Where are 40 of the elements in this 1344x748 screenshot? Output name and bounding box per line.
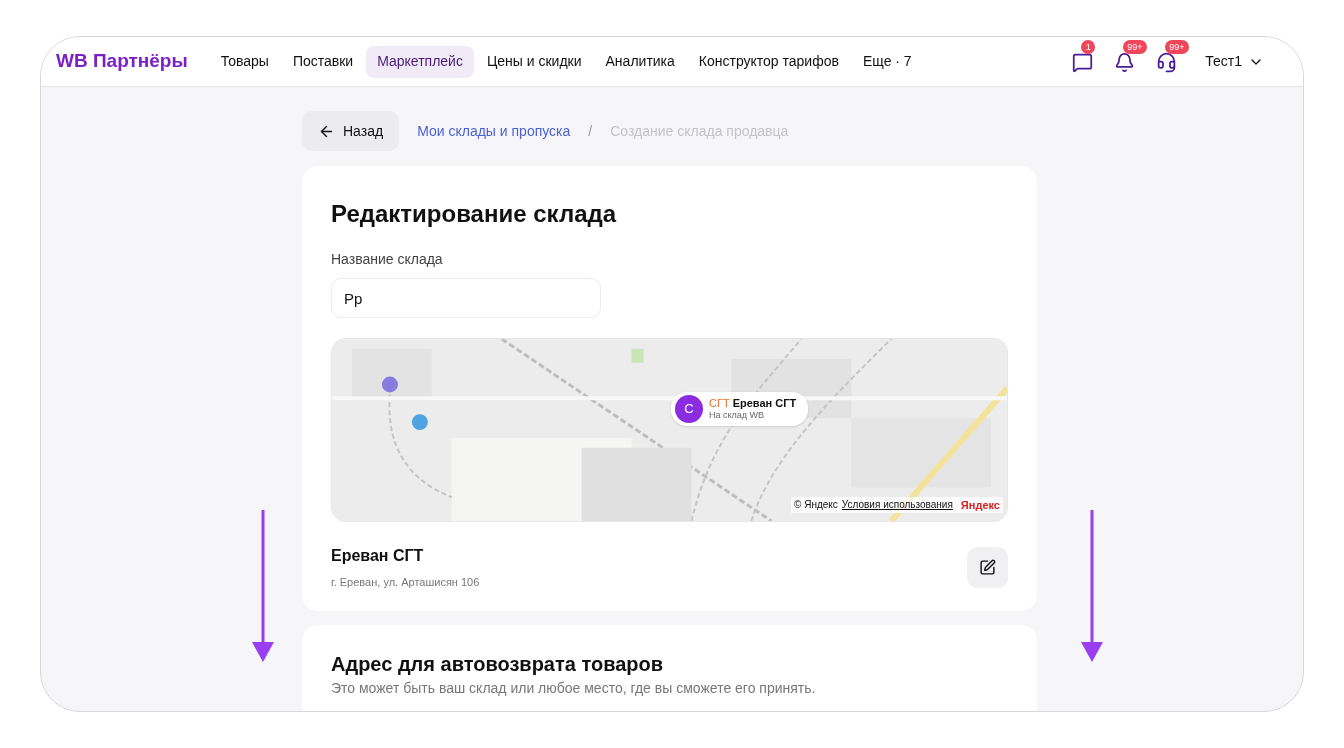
breadcrumb-separator: / <box>588 121 593 141</box>
section-title: Адрес для автовозврата товаров <box>331 651 665 677</box>
pin-subtitle: На склад WB <box>709 409 766 421</box>
warehouse-address: г. Ереван, ул. Арташисян 106 <box>331 575 480 590</box>
nav-tab[interactable]: Маркетплейс <box>366 45 474 78</box>
map-brand: Яндекс <box>960 497 1000 513</box>
bell-button[interactable]: 99+ <box>1113 39 1152 74</box>
field-label: Название склада <box>331 250 444 269</box>
pin-avatar: С <box>675 395 703 423</box>
name-field[interactable]: Рр <box>331 278 601 318</box>
back-button[interactable]: Назад <box>302 111 400 151</box>
count-badge: 99+ <box>1123 39 1147 54</box>
count-badge: 99+ <box>1165 39 1189 54</box>
headset-icon <box>1156 51 1178 73</box>
nav-tab[interactable]: Поставки <box>281 45 365 78</box>
headset-button[interactable]: 99+ <box>1155 39 1194 74</box>
section-subtitle: Это может быть ваш склад или любое место, где вы сможете его принять. <box>331 679 817 697</box>
logo[interactable]: WB Партнёры <box>56 47 188 76</box>
nav-tab[interactable]: Аналитика <box>594 45 686 78</box>
breadcrumb-link[interactable]: Мои склады и пропуска <box>417 120 571 142</box>
nav-tab[interactable]: Конструктор тарифов <box>687 45 850 78</box>
bell-icon <box>1114 51 1136 73</box>
edit-icon <box>979 558 996 576</box>
card-title: Редактирование склада <box>331 199 618 229</box>
down-arrow-icon <box>251 510 275 662</box>
pin-title: СГТ Ереван СГТ <box>709 397 797 409</box>
nav-tab[interactable]: Товары <box>209 45 280 78</box>
edit-button[interactable] <box>967 546 1008 588</box>
terms-link[interactable]: Условия использования <box>841 497 953 513</box>
chat-icon <box>1072 51 1094 73</box>
chat-button[interactable]: 1 <box>1071 39 1110 74</box>
nav-tab[interactable]: Еще · 7 <box>851 45 923 78</box>
map[interactable]: С СГТ Ереван СГТ На склад WB © Яндекс Условия использования Яндекс <box>331 338 1008 522</box>
down-arrow-icon <box>1080 510 1104 662</box>
nav-tab[interactable]: Цены и скидки <box>475 45 593 78</box>
warehouse-name: Ереван СГТ <box>331 546 425 566</box>
user-menu[interactable]: Тест1 <box>1205 51 1264 72</box>
map-pin-popup[interactable]: С СГТ Ереван СГТ На склад WB <box>671 392 809 426</box>
count-badge: 1 <box>1081 39 1096 54</box>
map-copyright: © Яндекс <box>794 498 838 513</box>
